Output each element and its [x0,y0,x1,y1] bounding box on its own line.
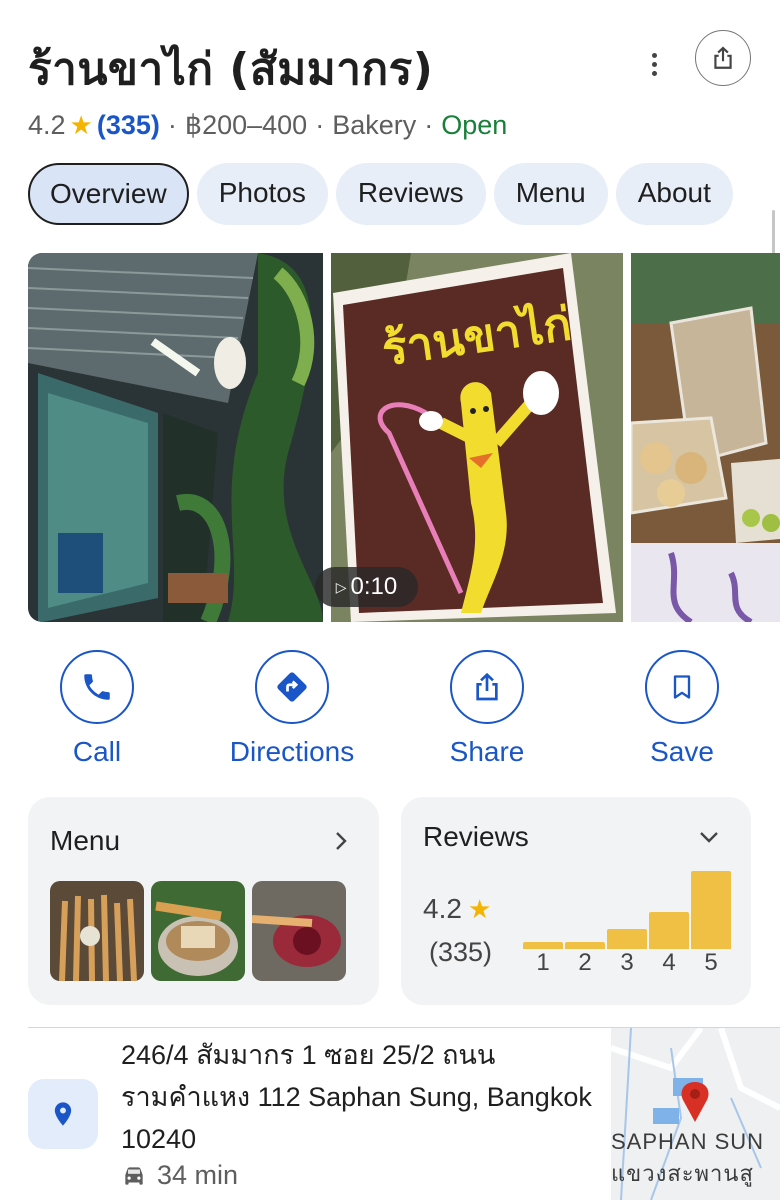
share-icon [714,46,732,69]
save-button[interactable]: Save [607,650,757,768]
phone-icon [84,674,110,700]
rating-bar-column: 3 [607,857,647,977]
rating-bar-5 [691,871,731,949]
address-icon-box [28,1079,98,1149]
share-icon [476,672,498,701]
rating-value: 4.2 [28,110,66,140]
call-button[interactable]: Call [22,650,172,768]
location-pin-icon [54,1102,72,1126]
tab-bar: Overview Photos Reviews Menu About [28,163,780,227]
rating-bar-column: 4 [649,857,689,977]
share-button[interactable]: Share [412,650,562,768]
directions-label: Directions [229,736,355,767]
separator-dot: · [315,110,325,140]
rating-bar-label: 2 [578,949,592,976]
reviews-count: (335) [429,937,493,967]
star-icon: ★ [467,893,492,924]
play-icon: ▷ [335,578,347,595]
rating-bar-label: 3 [620,949,634,976]
place-title: ร้านขาไก่ (สัมมากร) [28,44,434,95]
menu-thumbnail[interactable] [151,881,245,981]
car-icon [125,1166,143,1185]
menu-card[interactable]: Menu [28,797,379,1005]
pastry-photo[interactable] [631,253,780,622]
bookmark-icon [673,675,691,699]
reviews-card[interactable]: Reviews 4.2 ★ (335) 1 2 3 4 5 [401,797,751,1005]
mini-map[interactable]: SAPHAN SUN แขวงสะพานสู [611,1028,780,1200]
reviews-card-title: Reviews [423,821,529,852]
open-status: Open [441,110,508,140]
reviews-rating-value: 4.2 [423,893,462,924]
rating-bar-label: 5 [704,949,718,976]
rating-bar-column: 2 [565,857,605,977]
video-duration: 0:10 [350,573,398,600]
tab-about[interactable]: About [615,163,733,225]
tab-photos[interactable]: Photos [196,163,328,225]
rating-bar-2 [565,942,605,949]
storefront-photo[interactable] [28,253,323,622]
separator-dot: · [167,110,177,140]
drive-time-value: 34 min [157,1160,239,1190]
rating-bar-4 [649,912,689,949]
category: Bakery [332,110,417,140]
tab-overview[interactable]: Overview [28,163,189,225]
rating-bar-column: 1 [523,857,563,977]
photo-carousel[interactable]: ร้านขาไก่ [28,253,780,622]
more-dot [651,52,657,58]
more-options-button[interactable] [634,36,674,92]
address-text[interactable]: 246/4 สัมมากร 1 ซอย 25/2 ถนนรามคำแหง 112… [121,1034,601,1160]
rating-bar-label: 1 [536,949,550,976]
star-icon: ★ [69,110,93,140]
title-row: ร้านขาไก่ (สัมมากร) [28,30,768,100]
rating-bar-3 [607,929,647,949]
reviews-rating: 4.2 ★ [423,893,491,925]
menu-thumbnail[interactable] [252,881,346,981]
rating-bar-1 [523,942,563,949]
more-dot [651,70,657,76]
action-row: Call Directions Share Save [0,650,780,770]
price-range: ฿200–400 [184,110,308,140]
chevron-down-icon [700,832,718,843]
chevron-right-icon [336,832,347,850]
save-label: Save [650,736,714,767]
call-label: Call [72,736,122,767]
review-count-link[interactable]: (335) [97,110,160,141]
directions-button[interactable]: Directions [217,650,367,768]
separator-dot: · [424,110,434,140]
directions-icon [277,672,307,702]
video-duration-badge: ▷ 0:10 [315,567,418,607]
share-label: Share [449,736,525,767]
tab-menu[interactable]: Menu [493,163,608,225]
rating-bar-label: 4 [662,949,676,976]
more-dot [651,61,657,67]
map-label-th: แขวงสะพานสู [611,1161,754,1186]
rating-distribution-chart: 1 2 3 4 5 [523,857,733,977]
drive-time: 34 min [121,1160,238,1191]
menu-thumbnail[interactable] [50,881,144,981]
menu-card-title: Menu [50,825,121,856]
map-label-en: SAPHAN SUN [611,1129,765,1154]
share-top-button[interactable] [695,30,751,86]
tab-reviews[interactable]: Reviews [335,163,486,225]
place-meta: 4.2 ★ (335) · ฿200–400 · Bakery · Open [28,110,507,141]
rating-bar-column: 5 [691,857,731,977]
